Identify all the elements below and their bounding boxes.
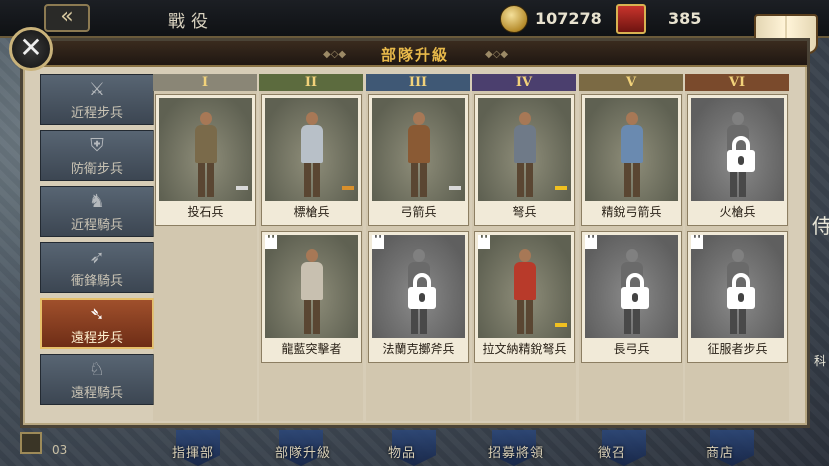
- unit-card[interactable]: 龍藍突擊者: [261, 231, 362, 363]
- soldier-figure: [512, 249, 538, 337]
- tier-header: VI: [685, 74, 789, 91]
- gold-amount: 107278: [535, 9, 602, 28]
- castle-tower-icon: [691, 235, 703, 249]
- page-title: 戰役: [168, 12, 214, 32]
- rank-chip-icon: [555, 186, 567, 190]
- padlock-icon: [727, 273, 755, 309]
- unit-card[interactable]: 法蘭克擲斧兵: [368, 231, 469, 363]
- close-icon[interactable]: ✕: [9, 27, 53, 71]
- padlock-icon: [621, 273, 649, 309]
- castle-tower-icon: [372, 235, 384, 249]
- castle-tower-icon: [585, 235, 597, 249]
- unit-card[interactable]: 精銳弓箭兵: [581, 94, 682, 226]
- tier-header: IV: [472, 74, 576, 91]
- unit-name: 法蘭克擲斧兵: [382, 342, 455, 356]
- ornament-icon: ◆◇◆: [485, 49, 509, 60]
- bottom-nav-item[interactable]: 商店: [706, 442, 734, 461]
- crossed-swords-icon: ⚔: [88, 79, 106, 100]
- bottom-nav: 指揮部 部隊升級 物品 招募將領 徵召 商店: [0, 430, 829, 466]
- crown-amount: 385: [668, 9, 702, 28]
- unit-portrait: [585, 235, 678, 338]
- unit-grid: 投石兵 標槍兵 弓箭兵 弩兵 精銳弓箭兵 火槍兵龍藍突擊者 法蘭克擲斧兵 拉文納精銳弩兵 長弓兵…: [153, 91, 793, 421]
- unit-card[interactable]: 投石兵: [155, 94, 256, 226]
- unit-name: 標槍兵: [293, 205, 330, 219]
- lance-icon: ➶: [89, 247, 105, 268]
- castle-tower-icon: [265, 235, 277, 249]
- sidebar-item[interactable]: ⛨ 防衛步兵: [40, 130, 154, 181]
- soldier-figure: [299, 112, 325, 200]
- sidebar-item-label: 防衛步兵: [70, 162, 123, 177]
- rank-chip-icon: [449, 186, 461, 190]
- edge-text: 侍: [812, 214, 829, 238]
- sidebar-item[interactable]: ♞ 近程騎兵: [40, 186, 154, 237]
- sidebar-item[interactable]: ♘ 遠程騎兵: [40, 354, 154, 405]
- unit-portrait: [265, 235, 358, 338]
- troop-upgrade-panel: ✕ ◆◇◆ 部隊升級 ◆◇◆ ⚔ 近程步兵 ⛨ 防衛步兵 ♞ 近程騎兵 ➶ 衝鋒騎兵 ➴ 遠程步兵…: [9, 27, 810, 428]
- unit-card[interactable]: 弓箭兵: [368, 94, 469, 226]
- unit-portrait: [372, 235, 465, 338]
- unit-card[interactable]: 弩兵: [474, 94, 575, 226]
- unit-card[interactable]: 標槍兵: [261, 94, 362, 226]
- sidebar-item-label: 近程騎兵: [70, 218, 123, 233]
- sidebar-item-label: 衝鋒騎兵: [70, 274, 123, 289]
- unit-portrait: [691, 235, 784, 338]
- sidebar-item[interactable]: ⚔ 近程步兵: [40, 74, 154, 125]
- unit-name: 投石兵: [187, 205, 224, 219]
- gold-coin-icon: [500, 5, 528, 33]
- tier-header: I: [153, 74, 257, 91]
- unit-portrait: [691, 98, 784, 201]
- sidebar-item-label: 近程步兵: [70, 106, 123, 121]
- soldier-figure: [512, 112, 538, 200]
- tier-header: V: [579, 74, 683, 91]
- unit-card[interactable]: 拉文納精銳弩兵: [474, 231, 575, 363]
- sidebar-item[interactable]: ➶ 衝鋒騎兵: [40, 242, 154, 293]
- back-arrow-icon[interactable]: «: [44, 4, 90, 32]
- padlock-icon: [727, 136, 755, 172]
- soldier-figure: [619, 112, 645, 200]
- soldier-figure: [406, 112, 432, 200]
- rank-chip-icon: [555, 323, 567, 327]
- unit-name: 拉文納精銳弩兵: [482, 342, 567, 356]
- rank-chip-icon: [342, 186, 354, 190]
- soldier-figure: [299, 249, 325, 337]
- panel-title: 部隊升級: [380, 46, 449, 64]
- bottom-nav-item[interactable]: 招募將領: [488, 442, 544, 461]
- unit-category-sidebar: ⚔ 近程步兵 ⛨ 防衛步兵 ♞ 近程騎兵 ➶ 衝鋒騎兵 ➴ 遠程步兵 ♘ 遠程騎兵: [40, 74, 154, 408]
- unit-name: 火槍兵: [719, 205, 756, 219]
- unit-name: 龍藍突擊者: [281, 342, 342, 356]
- shield-icon: ⛨: [90, 135, 104, 156]
- bottom-nav-item[interactable]: 指揮部: [172, 442, 214, 461]
- castle-tower-icon: [478, 235, 490, 249]
- unit-name: 精銳弓箭兵: [601, 205, 662, 219]
- tier-header: III: [366, 74, 470, 91]
- unit-card[interactable]: 火槍兵: [687, 94, 788, 226]
- sidebar-item-label: 遠程步兵: [70, 331, 123, 346]
- bow-icon: ➴: [89, 304, 105, 325]
- unit-name: 征服者步兵: [707, 342, 768, 356]
- rank-chip-icon: [236, 186, 248, 190]
- bottom-nav-item[interactable]: 徵召: [598, 442, 626, 461]
- panel-header: ◆◇◆ 部隊升級 ◆◇◆: [23, 41, 807, 67]
- bottom-nav-item[interactable]: 部隊升級: [275, 442, 331, 461]
- unit-card[interactable]: 長弓兵: [581, 231, 682, 363]
- sidebar-item[interactable]: ➴ 遠程步兵: [40, 298, 154, 349]
- unit-portrait: [585, 98, 678, 201]
- tier-header: II: [259, 74, 363, 91]
- soldier-figure: [193, 112, 219, 200]
- sidebar-item-label: 遠程騎兵: [70, 386, 123, 401]
- horse-archer-icon: ♘: [88, 359, 106, 380]
- top-bar: « 戰役 107278 385: [0, 0, 829, 38]
- bottom-nav-item[interactable]: 物品: [388, 442, 416, 461]
- crown-token-icon: [616, 4, 646, 34]
- padlock-icon: [408, 273, 436, 309]
- unit-name: 弩兵: [512, 205, 537, 219]
- unit-card[interactable]: 征服者步兵: [687, 231, 788, 363]
- unit-name: 長弓兵: [613, 342, 650, 356]
- horse-head-icon: ♞: [88, 191, 106, 212]
- unit-name: 弓箭兵: [400, 205, 437, 219]
- edge-text: 科: [814, 354, 827, 368]
